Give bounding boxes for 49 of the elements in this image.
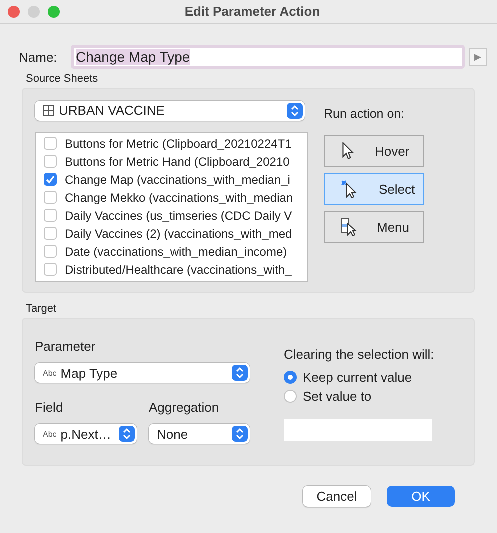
- aggregation-dropdown[interactable]: None: [149, 424, 250, 444]
- sheet-name: Daily Vaccines (2) (vaccinations_with_med: [65, 226, 292, 241]
- menu-cursor-icon: [341, 218, 357, 236]
- stepper-icon: [236, 367, 244, 379]
- sheet-name: Buttons for Metric Hand (Clipboard_20210: [65, 154, 290, 169]
- radio-option[interactable]: Set value to: [284, 387, 434, 406]
- parameter-label: Parameter: [35, 339, 97, 354]
- stepper-icon: [291, 105, 299, 117]
- name-label: Name:: [19, 50, 58, 64]
- parameter-dropdown[interactable]: Abc Map Type: [35, 363, 250, 383]
- data-source-dropdown[interactable]: URBAN VACCINE: [35, 101, 305, 121]
- cursor-click-icon: [341, 180, 359, 198]
- zoom-button[interactable]: [48, 6, 60, 18]
- radio-option[interactable]: Keep current value: [284, 368, 434, 387]
- cancel-button[interactable]: Cancel: [303, 486, 371, 507]
- ok-button[interactable]: OK: [387, 486, 455, 507]
- run-action-button[interactable]: Hover: [324, 135, 424, 167]
- close-button[interactable]: [8, 6, 20, 18]
- stepper-icon: [123, 428, 131, 440]
- sheet-name: Change Mekko (vaccinations_with_median: [65, 190, 294, 205]
- checkbox[interactable]: [44, 191, 57, 204]
- checkbox[interactable]: [44, 263, 57, 276]
- checkbox[interactable]: [44, 209, 57, 222]
- checkbox[interactable]: [44, 227, 57, 240]
- sheet-name: Change Map (vaccinations_with_median_i: [65, 172, 290, 187]
- minimize-button[interactable]: [28, 6, 40, 18]
- run-action-label: Run action on:: [324, 107, 406, 121]
- sheet-name: Distributed/Healthcare (vaccinations_with_: [65, 262, 292, 277]
- sheet-name: Date (vaccinations_with_median_income): [65, 244, 288, 259]
- grid-icon: [43, 104, 55, 117]
- field-label: Field: [35, 400, 64, 415]
- window-title: Edit Parameter Action: [184, 4, 322, 19]
- field-dropdown[interactable]: Abc p.Next…: [35, 424, 137, 444]
- stepper-icon: [236, 428, 244, 440]
- section-label: Source Sheets: [26, 73, 100, 85]
- checkbox[interactable]: [44, 137, 57, 150]
- checkbox[interactable]: [44, 155, 57, 168]
- checkbox[interactable]: [44, 245, 57, 258]
- clearing-label: Clearing the selection will:: [284, 347, 434, 362]
- run-action-button[interactable]: Menu: [324, 211, 424, 243]
- aggregation-label: Aggregation: [149, 400, 220, 415]
- cursor-icon: [341, 142, 355, 160]
- sheet-name: Daily Vaccines (us_timseries (CDC Daily V: [65, 208, 292, 223]
- value-input[interactable]: [284, 419, 432, 441]
- section-label: Target: [26, 303, 58, 315]
- checkbox[interactable]: [44, 173, 57, 186]
- run-action-button[interactable]: Select: [324, 173, 424, 205]
- name-field[interactable]: Change Map Type: [71, 45, 465, 69]
- sheet-name: Buttons for Metric (Clipboard_20210224T1: [65, 136, 292, 151]
